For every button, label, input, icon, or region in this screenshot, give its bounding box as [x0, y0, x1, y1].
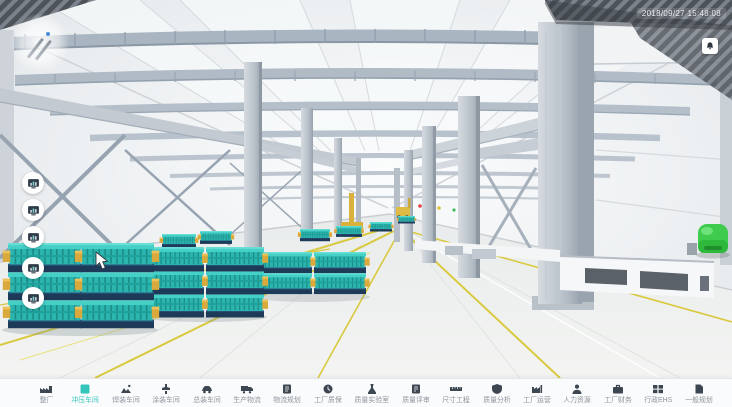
monitor-chart-icon	[27, 231, 40, 244]
toolbar-item-label: 涂装车间	[152, 396, 180, 402]
toolbar-item-label: 冲压车间	[72, 396, 100, 402]
pens-logo-icon	[10, 14, 70, 72]
toolbar-item-label: 人力资源	[564, 396, 592, 402]
factory-overview-icon	[40, 384, 52, 394]
toolbar-item-label: 工厂运营	[523, 396, 551, 402]
briefcase-icon	[612, 384, 624, 394]
toolbar-item-factory[interactable]: 工厂运营	[522, 384, 552, 403]
toolbar-item-welding-workshop[interactable]: 焊装车间	[111, 384, 141, 403]
scene-hotspot-button-2[interactable]	[22, 199, 44, 221]
scene-hotspot-button-4[interactable]	[22, 257, 44, 279]
toolbar-item-label: 生产物流	[233, 396, 261, 402]
logistics-plan-icon	[281, 384, 293, 394]
toolbar-item-painting-workshop[interactable]: 涂装车间	[151, 384, 181, 403]
toolbar-item-label: 质量分析	[483, 396, 511, 402]
toolbar-item-assembly-workshop[interactable]: 总装车间	[192, 384, 222, 403]
toolbar-item-stamping-workshop[interactable]: 冲压车间	[70, 384, 100, 403]
painting-workshop-icon	[160, 384, 172, 394]
toolbar-item-document-review[interactable]: 质量评审	[401, 384, 431, 403]
welding-workshop-icon	[120, 384, 132, 394]
notification-button[interactable]	[702, 38, 718, 54]
scene-hotspot-button-3[interactable]	[22, 226, 44, 248]
toolbar-item-flask[interactable]: 质量实验室	[353, 384, 391, 403]
shield-icon	[491, 384, 503, 394]
toolbar-item-person[interactable]: 人力资源	[562, 384, 592, 403]
toolbar-item-ruler[interactable]: 尺寸工程	[441, 384, 471, 403]
toolbar-item-label: 焊装车间	[112, 396, 140, 402]
document-icon	[693, 384, 705, 394]
toolbar-item-shield[interactable]: 质量分析	[482, 384, 512, 403]
truck-icon	[241, 384, 253, 394]
clock-icon	[322, 384, 334, 394]
flask-icon	[366, 384, 378, 394]
ruler-icon	[450, 384, 462, 394]
scene-hotspot-button-1[interactable]	[22, 172, 44, 194]
monitor-chart-icon	[27, 262, 40, 275]
toolbar-item-label: 质量实验室	[355, 396, 390, 402]
toolbar-item-clock[interactable]: 工厂质保	[313, 384, 343, 403]
toolbar-item-briefcase[interactable]: 工厂财务	[603, 384, 633, 403]
assembly-workshop-icon	[201, 384, 213, 394]
monitor-chart-icon	[27, 292, 40, 305]
scene-hotspot-button-5[interactable]	[22, 287, 44, 309]
toolbar-item-label: 工厂质保	[314, 396, 342, 402]
digital-factory-app: 2018/09/27 15:48:08 整厂 冲压车间 焊装车间 涂装车间 总装车间 生产…	[0, 0, 732, 407]
person-icon	[571, 384, 583, 394]
toolbar-item-label: 质量评审	[402, 396, 430, 402]
toolbar-item-truck[interactable]: 生产物流	[232, 384, 262, 403]
timestamp: 2018/09/27 15:48:08	[637, 8, 726, 19]
toolbar-item-logistics-plan[interactable]: 物流规划	[272, 384, 302, 403]
toolbar-item-label: 行政EHS	[644, 396, 672, 402]
stamping-workshop-icon	[79, 384, 91, 394]
toolbar-item-label: 一般规划	[685, 396, 713, 402]
toolbar-item-label: 工厂财务	[604, 396, 632, 402]
grid-icon	[652, 384, 664, 394]
toolbar-item-grid[interactable]: 行政EHS	[643, 384, 673, 403]
factory-icon	[531, 384, 543, 394]
toolbar-item-document[interactable]: 一般规划	[684, 384, 714, 403]
document-review-icon	[410, 384, 422, 394]
toolbar-item-factory-overview[interactable]: 整厂	[32, 384, 60, 403]
3d-viewport[interactable]	[0, 0, 732, 378]
toolbar-item-label: 物流规划	[273, 396, 301, 402]
bottom-toolbar: 整厂 冲压车间 焊装车间 涂装车间 总装车间 生产物流 物流规划 工厂质保 质量实验室 质量评审 尺…	[0, 378, 732, 407]
monitor-chart-icon	[27, 177, 40, 190]
bell-icon	[705, 41, 715, 51]
monitor-chart-icon	[27, 204, 40, 217]
toolbar-item-label: 整厂	[39, 396, 53, 402]
toolbar-item-label: 尺寸工程	[442, 396, 470, 402]
toolbar-item-label: 总装车间	[193, 396, 221, 402]
